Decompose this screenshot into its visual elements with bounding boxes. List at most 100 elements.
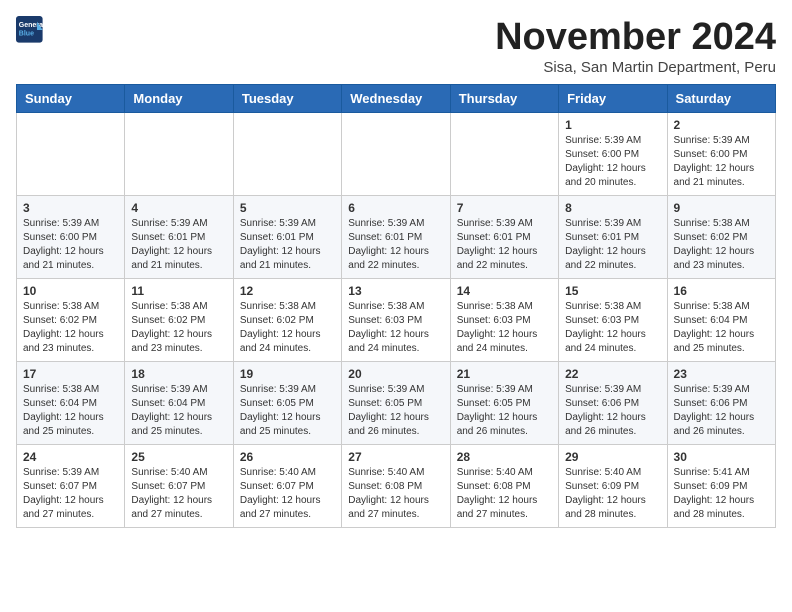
day-info: Sunrise: 5:39 AM Sunset: 6:01 PM Dayligh…	[240, 217, 335, 273]
day-info: Sunrise: 5:38 AM Sunset: 6:02 PM Dayligh…	[674, 217, 769, 273]
calendar-cell: 26 Sunrise: 5:40 AM Sunset: 6:07 PM Dayli…	[233, 445, 341, 528]
calendar-cell: 16 Sunrise: 5:38 AM Sunset: 6:04 PM Dayli…	[667, 279, 775, 362]
day-number: 15	[565, 284, 660, 298]
day-info: Sunrise: 5:38 AM Sunset: 6:03 PM Dayligh…	[348, 300, 443, 356]
day-number: 17	[23, 367, 118, 381]
day-info: Sunrise: 5:39 AM Sunset: 6:01 PM Dayligh…	[565, 217, 660, 273]
calendar-cell: 25Sunrise: 5:40 AM Sunset: 6:07 PM Dayli…	[125, 445, 233, 528]
calendar-cell: 20 Sunrise: 5:39 AM Sunset: 6:05 PM Dayli…	[342, 362, 450, 445]
day-info: Sunrise: 5:39 AM Sunset: 6:00 PM Dayligh…	[565, 134, 660, 190]
day-info: Sunrise: 5:38 AM Sunset: 6:04 PM Dayligh…	[23, 383, 118, 439]
day-number: 6	[348, 201, 443, 215]
weekday-header: Sunday	[17, 85, 125, 113]
calendar-cell: 27 Sunrise: 5:40 AM Sunset: 6:08 PM Dayli…	[342, 445, 450, 528]
calendar-cell: 2Sunrise: 5:39 AM Sunset: 6:00 PM Daylig…	[667, 113, 775, 196]
day-info: Sunrise: 5:39 AM Sunset: 6:07 PM Dayligh…	[23, 466, 118, 522]
day-number: 2	[674, 118, 769, 132]
day-number: 18	[131, 367, 226, 381]
calendar-cell: 23 Sunrise: 5:39 AM Sunset: 6:06 PM Dayli…	[667, 362, 775, 445]
calendar-cell	[17, 113, 125, 196]
day-info: Sunrise: 5:38 AM Sunset: 6:04 PM Dayligh…	[674, 300, 769, 356]
calendar-cell: 11 Sunrise: 5:38 AM Sunset: 6:02 PM Dayli…	[125, 279, 233, 362]
calendar-cell: 9 Sunrise: 5:38 AM Sunset: 6:02 PM Daylig…	[667, 196, 775, 279]
calendar-cell: 1 Sunrise: 5:39 AM Sunset: 6:00 PM Daylig…	[559, 113, 667, 196]
day-info: Sunrise: 5:38 AM Sunset: 6:02 PM Dayligh…	[131, 300, 226, 356]
calendar-cell: 15 Sunrise: 5:38 AM Sunset: 6:03 PM Dayli…	[559, 279, 667, 362]
day-number: 8	[565, 201, 660, 215]
subtitle: Sisa, San Martin Department, Peru	[495, 59, 776, 76]
day-number: 13	[348, 284, 443, 298]
calendar-cell	[125, 113, 233, 196]
day-number: 11	[131, 284, 226, 298]
weekday-header: Monday	[125, 85, 233, 113]
day-info: Sunrise: 5:39 AM Sunset: 6:00 PM Dayligh…	[23, 217, 118, 273]
day-number: 29	[565, 450, 660, 464]
day-info: Sunrise: 5:40 AM Sunset: 6:08 PM Dayligh…	[348, 466, 443, 522]
calendar-cell: 6 Sunrise: 5:39 AM Sunset: 6:01 PM Daylig…	[342, 196, 450, 279]
day-number: 26	[240, 450, 335, 464]
day-number: 9	[674, 201, 769, 215]
logo: General Blue	[16, 16, 44, 44]
day-number: 30	[674, 450, 769, 464]
day-number: 7	[457, 201, 552, 215]
day-number: 1	[565, 118, 660, 132]
calendar-cell: 24 Sunrise: 5:39 AM Sunset: 6:07 PM Dayli…	[17, 445, 125, 528]
day-info: Sunrise: 5:39 AM Sunset: 6:05 PM Dayligh…	[457, 383, 552, 439]
day-number: 10	[23, 284, 118, 298]
day-info: Sunrise: 5:38 AM Sunset: 6:03 PM Dayligh…	[565, 300, 660, 356]
day-info: Sunrise: 5:40 AM Sunset: 6:07 PM Dayligh…	[131, 466, 226, 522]
day-number: 19	[240, 367, 335, 381]
day-info: Sunrise: 5:41 AM Sunset: 6:09 PM Dayligh…	[674, 466, 769, 522]
day-number: 27	[348, 450, 443, 464]
calendar-week-row: 24 Sunrise: 5:39 AM Sunset: 6:07 PM Dayli…	[17, 445, 776, 528]
day-number: 20	[348, 367, 443, 381]
day-info: Sunrise: 5:39 AM Sunset: 6:01 PM Dayligh…	[457, 217, 552, 273]
day-number: 21	[457, 367, 552, 381]
calendar-cell: 18Sunrise: 5:39 AM Sunset: 6:04 PM Dayli…	[125, 362, 233, 445]
day-info: Sunrise: 5:38 AM Sunset: 6:03 PM Dayligh…	[457, 300, 552, 356]
day-number: 22	[565, 367, 660, 381]
day-info: Sunrise: 5:39 AM Sunset: 6:05 PM Dayligh…	[240, 383, 335, 439]
day-info: Sunrise: 5:39 AM Sunset: 6:01 PM Dayligh…	[348, 217, 443, 273]
day-number: 4	[131, 201, 226, 215]
day-number: 16	[674, 284, 769, 298]
calendar-cell: 10 Sunrise: 5:38 AM Sunset: 6:02 PM Dayli…	[17, 279, 125, 362]
calendar-cell: 3Sunrise: 5:39 AM Sunset: 6:00 PM Daylig…	[17, 196, 125, 279]
weekday-header: Friday	[559, 85, 667, 113]
calendar-cell: 12 Sunrise: 5:38 AM Sunset: 6:02 PM Dayli…	[233, 279, 341, 362]
day-number: 5	[240, 201, 335, 215]
day-number: 28	[457, 450, 552, 464]
day-info: Sunrise: 5:38 AM Sunset: 6:02 PM Dayligh…	[23, 300, 118, 356]
day-info: Sunrise: 5:39 AM Sunset: 6:05 PM Dayligh…	[348, 383, 443, 439]
day-number: 14	[457, 284, 552, 298]
day-info: Sunrise: 5:40 AM Sunset: 6:07 PM Dayligh…	[240, 466, 335, 522]
calendar-cell: 29Sunrise: 5:40 AM Sunset: 6:09 PM Dayli…	[559, 445, 667, 528]
calendar-week-row: 17 Sunrise: 5:38 AM Sunset: 6:04 PM Dayli…	[17, 362, 776, 445]
day-info: Sunrise: 5:39 AM Sunset: 6:06 PM Dayligh…	[565, 383, 660, 439]
logo-icon: General Blue	[16, 16, 44, 44]
day-number: 12	[240, 284, 335, 298]
day-info: Sunrise: 5:39 AM Sunset: 6:06 PM Dayligh…	[674, 383, 769, 439]
day-number: 23	[674, 367, 769, 381]
calendar-cell: 22 Sunrise: 5:39 AM Sunset: 6:06 PM Dayli…	[559, 362, 667, 445]
page-header: General Blue November 2024 Sisa, San Mar…	[16, 16, 776, 76]
calendar-cell: 19 Sunrise: 5:39 AM Sunset: 6:05 PM Dayli…	[233, 362, 341, 445]
calendar-week-row: 10 Sunrise: 5:38 AM Sunset: 6:02 PM Dayli…	[17, 279, 776, 362]
title-area: November 2024 Sisa, San Martin Departmen…	[495, 16, 776, 76]
calendar-cell: 13 Sunrise: 5:38 AM Sunset: 6:03 PM Dayli…	[342, 279, 450, 362]
calendar-week-row: 3Sunrise: 5:39 AM Sunset: 6:00 PM Daylig…	[17, 196, 776, 279]
calendar-cell: 21 Sunrise: 5:39 AM Sunset: 6:05 PM Dayli…	[450, 362, 558, 445]
day-number: 24	[23, 450, 118, 464]
month-title: November 2024	[495, 16, 776, 59]
svg-text:Blue: Blue	[19, 31, 34, 38]
day-info: Sunrise: 5:39 AM Sunset: 6:01 PM Dayligh…	[131, 217, 226, 273]
calendar-cell: 28Sunrise: 5:40 AM Sunset: 6:08 PM Dayli…	[450, 445, 558, 528]
calendar-week-row: 1 Sunrise: 5:39 AM Sunset: 6:00 PM Daylig…	[17, 113, 776, 196]
weekday-header: Saturday	[667, 85, 775, 113]
calendar-cell: 7 Sunrise: 5:39 AM Sunset: 6:01 PM Daylig…	[450, 196, 558, 279]
weekday-header: Wednesday	[342, 85, 450, 113]
calendar-cell	[342, 113, 450, 196]
weekday-header: Tuesday	[233, 85, 341, 113]
calendar-cell: 17 Sunrise: 5:38 AM Sunset: 6:04 PM Dayli…	[17, 362, 125, 445]
day-info: Sunrise: 5:38 AM Sunset: 6:02 PM Dayligh…	[240, 300, 335, 356]
